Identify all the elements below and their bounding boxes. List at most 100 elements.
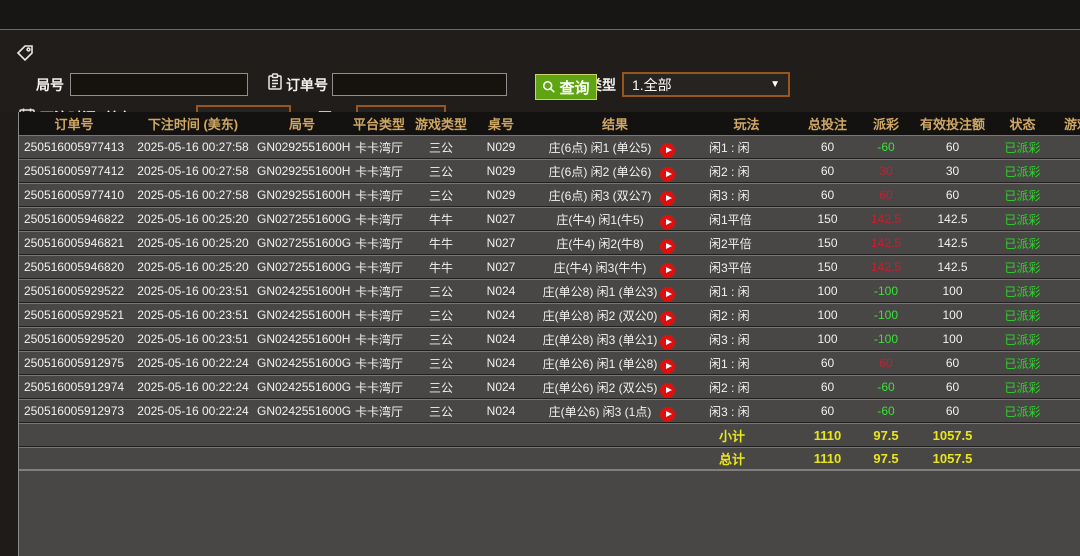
play-triangle-icon <box>665 411 672 417</box>
cell-platform-type: 卡卡湾厅 <box>354 308 403 323</box>
chevron-down-icon: ▼ <box>770 79 780 90</box>
cell-result: 庄(6点) 闲2 (单公6) <box>531 163 699 182</box>
cell-play-type: 闲2 : 闲 <box>709 164 750 179</box>
cell-platform-type: 卡卡湾厅 <box>354 380 403 395</box>
table-row: 250516005977412 2025-05-16 00:27:58 GN02… <box>19 159 1080 183</box>
cell-table-no: N024 <box>486 284 516 298</box>
subtotal-label: 小计 <box>719 428 746 444</box>
cell-status: 已派彩 <box>1004 380 1041 395</box>
cell-play-type: 闲3 : 闲 <box>709 332 750 347</box>
table-row: 250516005929522 2025-05-16 00:23:51 GN02… <box>19 279 1080 303</box>
game-no-label: 局号 <box>36 77 64 93</box>
play-video-icon[interactable] <box>660 166 675 182</box>
cell-result: 庄(单公6) 闲2 (双公5) <box>531 379 699 398</box>
table-row: 250516005977410 2025-05-16 00:27:58 GN02… <box>19 183 1080 207</box>
cell-valid-bet: 100 <box>942 308 963 322</box>
cell-total-bet: 100 <box>817 332 838 346</box>
cell-game-type: 三公 <box>428 164 453 179</box>
cell-result: 庄(牛4) 闲3(牛牛) <box>531 259 699 278</box>
cell-play-type: 闲2平倍 <box>709 236 752 251</box>
order-no-input[interactable] <box>332 73 507 96</box>
result-text: 庄(6点) 闲1 (单公5) <box>548 140 652 155</box>
cell-valid-bet: 60 <box>945 380 960 394</box>
platform-type-select[interactable]: 1.全部 ▼ <box>622 72 790 97</box>
play-video-icon[interactable] <box>660 142 675 158</box>
cell-result: 庄(6点) 闲1 (单公5) <box>531 139 699 158</box>
cell-result: 庄(单公8) 闲3 (单公1) <box>531 331 699 350</box>
column-header: 玩法 <box>733 117 760 132</box>
play-triangle-icon <box>665 147 672 153</box>
table-row: 250516005912975 2025-05-16 00:22:24 GN02… <box>19 351 1080 375</box>
platform-type-value: 1.全部 <box>632 76 672 93</box>
tag-icon <box>16 44 34 62</box>
cell-game-no: GN0242551600H <box>257 284 351 298</box>
result-text: 庄(单公8) 闲1 (单公3) <box>542 284 658 299</box>
cell-game-type: 牛牛 <box>428 260 453 275</box>
orders-table: 订单号 下注时间 (美东) 局号 平台类型 游戏类型 桌号 结果 玩法 总投注 派彩 有效投注额 状态… <box>18 112 1080 556</box>
cell-total-bet: 150 <box>817 236 838 250</box>
play-video-icon[interactable] <box>660 214 675 230</box>
play-video-icon[interactable] <box>660 310 675 326</box>
subtotal-payout: 97.5 <box>873 427 899 443</box>
cell-play-type: 闲1 : 闲 <box>709 284 750 299</box>
result-text: 庄(牛4) 闲3(牛牛) <box>553 260 647 275</box>
cell-table-no: N027 <box>486 212 516 226</box>
play-triangle-icon <box>665 291 672 297</box>
cell-platform-type: 卡卡湾厅 <box>354 236 403 251</box>
cell-payout: -100 <box>873 284 899 298</box>
cell-platform-type: 卡卡湾厅 <box>354 284 403 299</box>
search-icon <box>543 80 556 93</box>
cell-platform-type: 卡卡湾厅 <box>354 212 403 227</box>
cell-status: 已派彩 <box>1004 260 1041 275</box>
play-triangle-icon <box>665 219 672 225</box>
query-button[interactable]: 查询 <box>535 74 597 100</box>
cell-result: 庄(单公6) 闲3 (1点) <box>531 403 699 422</box>
cell-table-no: N029 <box>486 140 516 154</box>
cell-status: 已派彩 <box>1004 356 1041 371</box>
cell-game-type: 三公 <box>428 404 453 419</box>
play-video-icon[interactable] <box>660 382 675 398</box>
cell-order-id: 250516005946820 <box>23 260 125 274</box>
column-header: 平台类型 <box>352 117 405 132</box>
table-row: 250516005977413 2025-05-16 00:27:58 GN02… <box>19 135 1080 159</box>
table-body: 250516005977413 2025-05-16 00:27:58 GN02… <box>19 135 1080 423</box>
cell-status: 已派彩 <box>1004 188 1041 203</box>
column-header: 订单号 <box>54 117 94 132</box>
play-video-icon[interactable] <box>660 286 675 302</box>
play-video-icon[interactable] <box>660 358 675 374</box>
cell-game-type: 牛牛 <box>428 236 453 251</box>
cell-total-bet: 60 <box>820 356 835 370</box>
column-header: 结果 <box>601 117 628 132</box>
order-no-label: 订单号 <box>286 77 328 93</box>
column-header: 桌号 <box>487 117 514 132</box>
cell-play-type: 闲1 : 闲 <box>709 356 750 371</box>
play-video-icon[interactable] <box>660 262 675 278</box>
cell-game-type: 三公 <box>428 332 453 347</box>
cell-game-no: GN0272551600G <box>257 236 352 250</box>
cell-game-type: 三公 <box>428 284 453 299</box>
play-video-icon[interactable] <box>660 406 675 422</box>
play-video-icon[interactable] <box>660 238 675 254</box>
cell-game-no: GN0292551600H <box>257 140 351 154</box>
total-valid-bet: 1057.5 <box>932 451 973 466</box>
table-header: 订单号 下注时间 (美东) 局号 平台类型 游戏类型 桌号 结果 玩法 总投注 派彩 有效投注额 状态… <box>19 112 1080 135</box>
cell-order-id: 250516005977412 <box>23 164 125 178</box>
total-total-bet: 1110 <box>813 451 842 466</box>
cell-total-bet: 60 <box>820 164 835 178</box>
play-triangle-icon <box>665 387 672 393</box>
game-no-input[interactable] <box>70 73 248 96</box>
cell-total-bet: 60 <box>820 188 835 202</box>
cell-play-type: 闲2 : 闲 <box>709 380 750 395</box>
result-text: 庄(牛4) 闲2(牛8) <box>556 236 644 251</box>
play-video-icon[interactable] <box>660 334 675 350</box>
play-triangle-icon <box>665 267 672 273</box>
cell-table-no: N027 <box>486 236 516 250</box>
play-video-icon[interactable] <box>660 190 675 206</box>
cell-game-type: 三公 <box>428 188 453 203</box>
cell-status: 已派彩 <box>1004 404 1041 419</box>
subtotal-valid-bet: 1057.5 <box>932 427 973 443</box>
cell-total-bet: 150 <box>817 260 838 274</box>
cell-table-no: N029 <box>486 164 516 178</box>
cell-platform-type: 卡卡湾厅 <box>354 260 403 275</box>
window-title-bar <box>0 0 1080 30</box>
